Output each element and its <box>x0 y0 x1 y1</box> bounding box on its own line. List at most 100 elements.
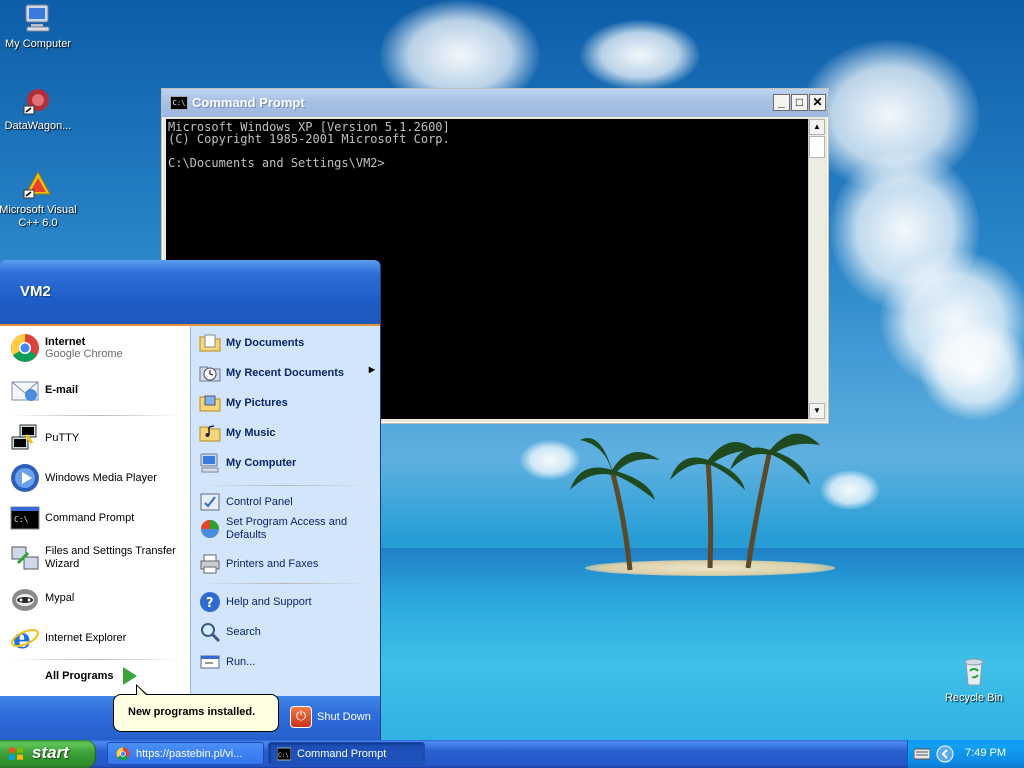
right-printers-faxes[interactable]: Printers and Faxes <box>199 553 318 575</box>
svg-text:C:\: C:\ <box>14 515 29 524</box>
all-programs-label: All Programs <box>45 670 114 682</box>
start-menu-header: VM2 <box>0 260 380 326</box>
console-line: (C) Copyright 1985-2001 Microsoft Corp. <box>168 132 450 146</box>
right-my-documents[interactable]: My Documents <box>199 332 304 354</box>
taskbar-button-label: Command Prompt <box>297 747 387 760</box>
right-control-panel[interactable]: Control Panel <box>199 491 293 513</box>
datawagon-icon <box>23 89 49 115</box>
maximize-button[interactable]: □ <box>791 94 808 111</box>
shut-down-label: Shut Down <box>317 711 371 723</box>
command-prompt-icon: C:\ <box>277 747 291 760</box>
start-label: start <box>32 743 69 762</box>
palm-trees <box>570 433 820 571</box>
program-access-icon <box>201 520 219 538</box>
balloon-tip[interactable]: New programs installed. <box>113 684 279 732</box>
right-label: Help and Support <box>226 596 312 608</box>
taskbar: start https://pastebin.pl/vi... C:\ Comm… <box>0 740 1024 768</box>
recent-documents-icon <box>199 366 221 382</box>
right-label: Search <box>226 626 261 638</box>
svg-text:?: ? <box>206 596 214 611</box>
right-label: Printers and Faxes <box>226 558 319 570</box>
vertical-scrollbar[interactable]: ▲ ▼ <box>808 119 825 419</box>
right-set-program-access[interactable]: Set Program Access and Defaults <box>199 516 359 542</box>
recent-label: PuTTY <box>45 432 80 444</box>
right-label: Control Panel <box>226 496 293 508</box>
start-menu-right-pane: My Documents My Recent Documents ▶ My Pi… <box>190 326 380 696</box>
scroll-up-arrow[interactable]: ▲ <box>809 119 825 135</box>
email-icon <box>11 381 39 401</box>
recent-windows-media-player[interactable]: Windows Media Player <box>10 460 157 496</box>
power-icon: ⏻ <box>290 706 312 728</box>
recent-label: Command Prompt <box>45 512 135 524</box>
command-prompt-icon: C:\ <box>10 506 40 530</box>
right-label: My Recent Documents <box>226 367 344 379</box>
user-name: VM2 <box>20 283 51 300</box>
right-label: My Documents <box>226 337 305 349</box>
system-tray: 7:49 PM <box>907 740 1024 768</box>
desktop-icon-label: Recycle Bin <box>944 692 1004 704</box>
recent-label: Mypal <box>45 592 75 604</box>
balloon-text: New programs installed. <box>128 706 256 718</box>
chrome-icon <box>116 746 130 761</box>
close-button[interactable]: ✕ <box>809 94 826 111</box>
desktop-icon-label: My Computer <box>4 38 72 50</box>
desktop-icon-recycle-bin[interactable]: Recycle Bin <box>934 656 1014 705</box>
recent-label: Files and Settings Transfer Wizard <box>45 545 176 570</box>
shut-down-button[interactable]: ⏻ Shut Down <box>290 706 371 728</box>
scroll-down-arrow[interactable]: ▼ <box>809 403 825 419</box>
separator <box>199 583 369 584</box>
recent-label: Internet Explorer <box>45 632 127 644</box>
start-menu-left-pane: Internet Google Chrome E-mail PuTTY Windo… <box>0 326 190 696</box>
visual-cpp-icon <box>23 170 51 199</box>
printer-icon <box>200 554 220 574</box>
search-icon <box>201 623 221 643</box>
console-line: C:\Documents and Settings\VM2> <box>168 156 385 170</box>
right-my-music[interactable]: My Music <box>199 422 276 444</box>
computer-icon <box>200 453 219 473</box>
keyboard-icon[interactable] <box>914 748 930 760</box>
start-menu: VM2 Internet Google Chrome E-mail PuTTY W… <box>0 260 380 740</box>
desktop-icon-visual-cpp[interactable]: Microsoft Visual C++ 6.0 <box>0 168 78 230</box>
recent-internet-explorer[interactable]: e Internet Explorer <box>10 620 126 656</box>
right-my-pictures[interactable]: My Pictures <box>199 392 288 414</box>
right-run[interactable]: Run... <box>199 651 255 673</box>
taskbar-button-command-prompt[interactable]: C:\ Command Prompt <box>268 742 425 765</box>
pinned-label: Internet <box>45 336 86 348</box>
control-panel-icon <box>200 493 220 511</box>
recent-mypal[interactable]: Mypal <box>10 580 74 616</box>
right-label: Set Program Access and Defaults <box>226 516 348 541</box>
recent-putty[interactable]: PuTTY <box>10 420 79 456</box>
window-titlebar[interactable]: C:\ Command Prompt _ □ ✕ <box>162 89 828 117</box>
right-my-recent-documents[interactable]: My Recent Documents ▶ <box>199 362 375 384</box>
show-hidden-icons-button[interactable] <box>936 745 954 763</box>
recent-files-settings-transfer[interactable]: Files and Settings Transfer Wizard <box>10 540 185 576</box>
mypal-icon <box>12 589 38 611</box>
taskbar-button-label: https://pastebin.pl/vi... <box>136 747 243 760</box>
desktop-icon-label: DataWagon... <box>4 120 72 132</box>
svg-text:C:\: C:\ <box>278 752 289 759</box>
right-help-support[interactable]: ? Help and Support <box>199 591 312 613</box>
right-my-computer[interactable]: My Computer <box>199 452 296 474</box>
start-button[interactable]: start <box>0 740 96 768</box>
folder-documents-icon <box>199 334 221 352</box>
pinned-label: E-mail <box>45 384 79 396</box>
windows-flag-icon <box>9 747 23 760</box>
clock[interactable]: 7:49 PM <box>965 747 1006 759</box>
pinned-email[interactable]: E-mail <box>10 372 78 408</box>
taskbar-button-browser[interactable]: https://pastebin.pl/vi... <box>107 742 264 765</box>
pinned-internet[interactable]: Internet Google Chrome <box>10 330 123 366</box>
folder-music-icon <box>199 425 221 442</box>
transfer-wizard-icon <box>11 546 39 570</box>
submenu-arrow-icon: ▶ <box>368 365 375 374</box>
all-programs-button[interactable]: All Programs <box>45 667 138 685</box>
separator <box>10 415 180 416</box>
computer-icon <box>25 4 50 32</box>
scroll-thumb[interactable] <box>809 136 825 158</box>
recent-command-prompt[interactable]: C:\ Command Prompt <box>10 500 134 536</box>
minimize-button[interactable]: _ <box>773 94 790 111</box>
right-label: My Pictures <box>226 397 288 409</box>
desktop-icon-my-computer[interactable]: My Computer <box>0 2 78 51</box>
desktop-icon-datawagon[interactable]: DataWagon... <box>0 84 78 133</box>
desktop-icon-label: Microsoft Visual C++ 6.0 <box>0 204 77 229</box>
right-search[interactable]: Search <box>199 621 261 643</box>
